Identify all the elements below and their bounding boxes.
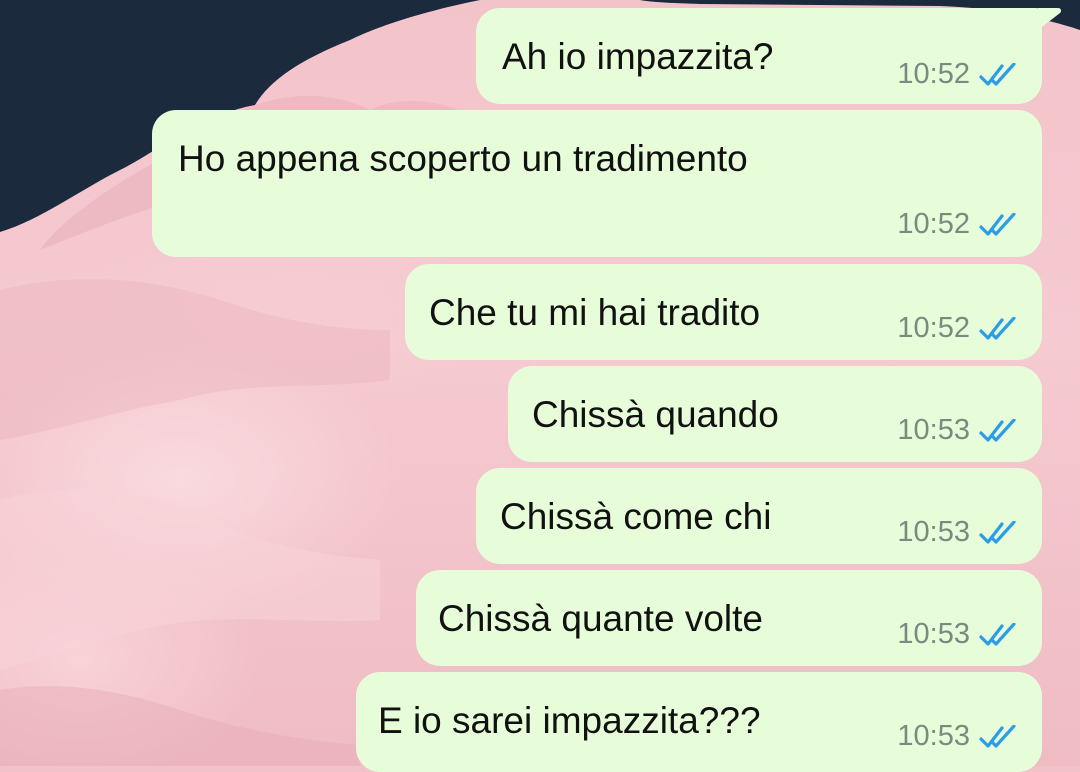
message-text: Ho appena scoperto un tradimento xyxy=(178,138,748,179)
message-time: 10:53 xyxy=(897,618,970,650)
message-bubble-5[interactable]: Chissà come chi 10:53 xyxy=(476,468,1042,564)
double-check-read-icon xyxy=(979,212,1016,236)
message-text: Ah io impazzita? xyxy=(502,36,774,77)
message-bubble-1[interactable]: Ah io impazzita? 10:52 xyxy=(476,8,1062,104)
message-text: Chissà quando xyxy=(532,394,779,435)
message-time: 10:52 xyxy=(897,208,970,240)
double-check-read-icon xyxy=(979,316,1016,340)
bubble-tail xyxy=(1038,8,1062,30)
message-meta: 10:52 xyxy=(897,314,1020,343)
double-check-read-icon xyxy=(979,724,1016,748)
message-meta: 10:53 xyxy=(897,518,1020,547)
message-text: E io sarei impazzita??? xyxy=(378,700,761,741)
message-text: Che tu mi hai tradito xyxy=(429,292,761,333)
double-check-read-icon xyxy=(979,62,1016,86)
message-time: 10:53 xyxy=(897,516,970,548)
message-text: Chissà quante volte xyxy=(438,598,763,639)
message-text: Chissà come chi xyxy=(500,496,772,537)
message-meta: 10:53 xyxy=(897,620,1020,649)
message-meta: 10:52 xyxy=(897,210,1020,239)
message-meta: 10:53 xyxy=(897,416,1020,445)
message-bubble-7[interactable]: E io sarei impazzita??? 10:53 xyxy=(356,672,1042,772)
message-time: 10:52 xyxy=(897,312,970,344)
double-check-read-icon xyxy=(979,418,1016,442)
message-bubble-2[interactable]: Ho appena scoperto un tradimento 10:52 xyxy=(152,110,1042,257)
message-bubble-3[interactable]: Che tu mi hai tradito 10:52 xyxy=(405,264,1042,360)
message-meta: 10:53 xyxy=(897,722,1020,751)
message-time: 10:53 xyxy=(897,414,970,446)
double-check-read-icon xyxy=(979,520,1016,544)
message-bubble-4[interactable]: Chissà quando 10:53 xyxy=(508,366,1042,462)
double-check-read-icon xyxy=(979,622,1016,646)
message-time: 10:52 xyxy=(897,58,970,90)
message-meta: 10:52 xyxy=(897,60,1020,89)
message-bubble-6[interactable]: Chissà quante volte 10:53 xyxy=(416,570,1042,666)
message-time: 10:53 xyxy=(897,720,970,752)
